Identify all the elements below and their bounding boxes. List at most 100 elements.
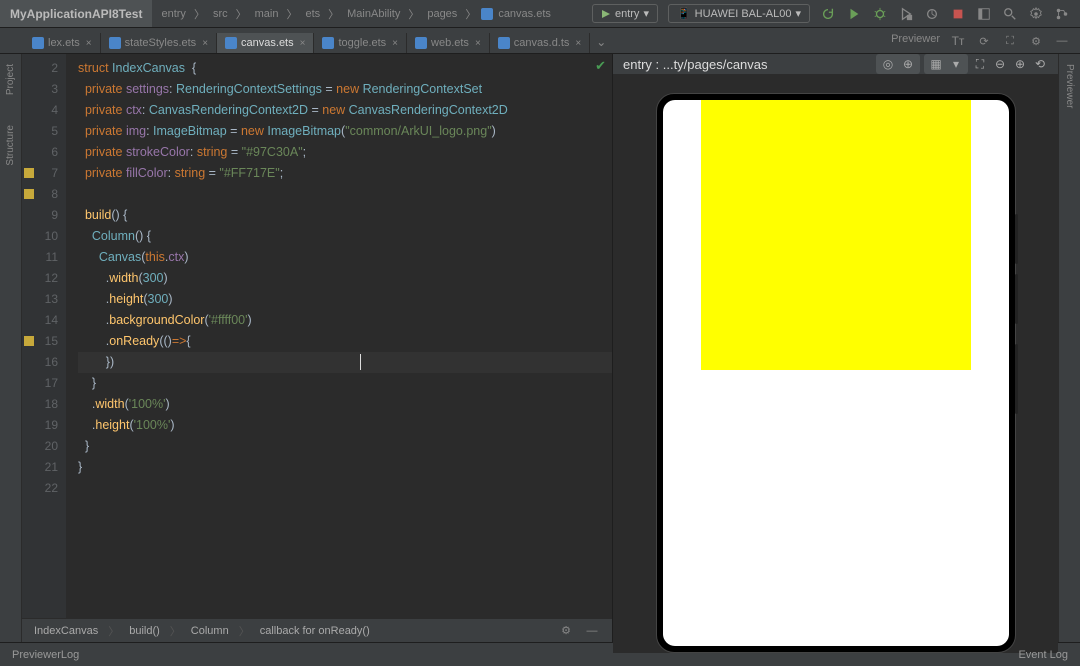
editor-breadcrumb-item[interactable]: build(): [129, 625, 160, 637]
code-line[interactable]: }: [78, 457, 612, 478]
file-tab[interactable]: canvas.d.ts×: [490, 33, 590, 53]
line-number[interactable]: 17: [22, 373, 58, 394]
line-number[interactable]: 11: [22, 247, 58, 268]
code-line[interactable]: .onReady(()=>{: [78, 331, 612, 352]
line-number[interactable]: 12: [22, 268, 58, 289]
close-icon[interactable]: ×: [392, 38, 398, 49]
editor-breadcrumb-item[interactable]: IndexCanvas: [34, 625, 98, 637]
toolwindow-project[interactable]: Project: [5, 64, 16, 95]
line-number[interactable]: 19: [22, 415, 58, 436]
device-screen[interactable]: [663, 100, 1009, 646]
run-config-selector[interactable]: entry ▾: [592, 4, 658, 23]
toolwindow-previewer[interactable]: Previewer: [1064, 64, 1075, 108]
code-editor[interactable]: 2345678910111213141516171819202122 struc…: [22, 54, 612, 642]
breadcrumb-item[interactable]: pages: [424, 8, 460, 20]
code-line[interactable]: private strokeColor: string = "#97C30A";: [78, 142, 612, 163]
project-name[interactable]: MyApplicationAPI8Test: [0, 0, 152, 27]
search-icon[interactable]: [1002, 6, 1018, 22]
breadcrumb-item[interactable]: src: [210, 8, 231, 20]
line-number[interactable]: 8: [22, 184, 58, 205]
line-number[interactable]: 5: [22, 121, 58, 142]
file-tab[interactable]: toggle.ets×: [314, 33, 407, 53]
breadcrumb-item[interactable]: entry: [158, 8, 188, 20]
code-line[interactable]: .height('100%'): [78, 415, 612, 436]
line-number[interactable]: 2: [22, 58, 58, 79]
profile-icon[interactable]: [924, 6, 940, 22]
inspect-icon[interactable]: ◎: [880, 56, 896, 72]
editor-minimize-icon[interactable]: —: [584, 623, 600, 639]
run-icon[interactable]: [846, 6, 862, 22]
code-line[interactable]: private settings: RenderingContextSettin…: [78, 79, 612, 100]
line-number[interactable]: 3: [22, 79, 58, 100]
close-icon[interactable]: ×: [475, 38, 481, 49]
grid-icon[interactable]: ▦: [928, 56, 944, 72]
close-icon[interactable]: ×: [300, 38, 306, 49]
tabs-overflow-icon[interactable]: ⌄: [590, 31, 612, 53]
locate-icon[interactable]: ⊕: [900, 56, 916, 72]
gutter-mark-icon[interactable]: [24, 189, 34, 199]
code-line[interactable]: private fillColor: string = "#FF717E";: [78, 163, 612, 184]
gutter-mark-icon[interactable]: [24, 336, 34, 346]
close-icon[interactable]: ×: [86, 38, 92, 49]
code-line[interactable]: Canvas(this.ctx): [78, 247, 612, 268]
code-line[interactable]: .width(300): [78, 268, 612, 289]
status-event-log[interactable]: Event Log: [1018, 649, 1068, 661]
code-line[interactable]: }): [78, 352, 612, 373]
code-line[interactable]: }: [78, 436, 612, 457]
gutter-mark-icon[interactable]: [24, 168, 34, 178]
file-tab[interactable]: stateStyles.ets×: [101, 33, 217, 53]
fullscreen-icon[interactable]: ⛶: [972, 56, 988, 72]
line-number[interactable]: 16: [22, 352, 58, 373]
code-line[interactable]: private ctx: CanvasRenderingContext2D = …: [78, 100, 612, 121]
line-number[interactable]: 21: [22, 457, 58, 478]
coverage-icon[interactable]: [898, 6, 914, 22]
code-line[interactable]: .backgroundColor('#ffff00'): [78, 310, 612, 331]
code-line[interactable]: .height(300): [78, 289, 612, 310]
code-line[interactable]: Column() {: [78, 226, 612, 247]
line-number[interactable]: 7: [22, 163, 58, 184]
line-number[interactable]: 4: [22, 100, 58, 121]
code-line[interactable]: [78, 478, 612, 499]
code-line[interactable]: private img: ImageBitmap = new ImageBitm…: [78, 121, 612, 142]
breadcrumb-item[interactable]: canvas.ets: [495, 8, 554, 20]
git-icon[interactable]: [1054, 6, 1070, 22]
stop-icon[interactable]: [950, 6, 966, 22]
close-icon[interactable]: ×: [575, 38, 581, 49]
preview-settings-icon[interactable]: ⚙: [1028, 33, 1044, 49]
breadcrumb-item[interactable]: MainAbility: [344, 8, 403, 20]
line-number[interactable]: 20: [22, 436, 58, 457]
code-line[interactable]: .width('100%'): [78, 394, 612, 415]
breadcrumb-item[interactable]: ets: [302, 8, 323, 20]
code-line[interactable]: build() {: [78, 205, 612, 226]
line-number[interactable]: 18: [22, 394, 58, 415]
file-tab[interactable]: canvas.ets×: [217, 33, 314, 53]
layout-icon[interactable]: [976, 6, 992, 22]
line-number[interactable]: 14: [22, 310, 58, 331]
hide-preview-icon[interactable]: —: [1054, 33, 1070, 49]
code-area[interactable]: struct IndexCanvas { private settings: R…: [66, 54, 612, 642]
settings-icon[interactable]: [1028, 6, 1044, 22]
expand-icon[interactable]: ⛶: [1002, 33, 1018, 49]
device-selector[interactable]: 📱 HUAWEI BAL-AL00 ▾: [668, 4, 810, 23]
code-line[interactable]: struct IndexCanvas {: [78, 58, 612, 79]
breadcrumb-item[interactable]: main: [252, 8, 282, 20]
editor-settings-icon[interactable]: ⚙: [558, 623, 574, 639]
line-number[interactable]: 22: [22, 478, 58, 499]
status-previewer-log[interactable]: PreviewerLog: [12, 649, 79, 661]
zoom-in-icon[interactable]: ⊕: [1012, 56, 1028, 72]
zoom-out-icon[interactable]: ⊖: [992, 56, 1008, 72]
debug-icon[interactable]: [872, 6, 888, 22]
editor-breadcrumb-item[interactable]: callback for onReady(): [260, 625, 370, 637]
code-line[interactable]: [78, 184, 612, 205]
code-line[interactable]: }: [78, 373, 612, 394]
file-tab[interactable]: lex.ets×: [24, 33, 101, 53]
line-number[interactable]: 15: [22, 331, 58, 352]
refresh-icon[interactable]: [820, 6, 836, 22]
file-tab[interactable]: web.ets×: [407, 33, 490, 53]
previewer-tab-label[interactable]: Previewer: [891, 33, 940, 49]
editor-breadcrumb-item[interactable]: Column: [191, 625, 229, 637]
rotate-icon[interactable]: ⟲: [1032, 56, 1048, 72]
toolwindow-structure[interactable]: Structure: [5, 125, 16, 166]
line-number[interactable]: 13: [22, 289, 58, 310]
close-icon[interactable]: ×: [202, 38, 208, 49]
